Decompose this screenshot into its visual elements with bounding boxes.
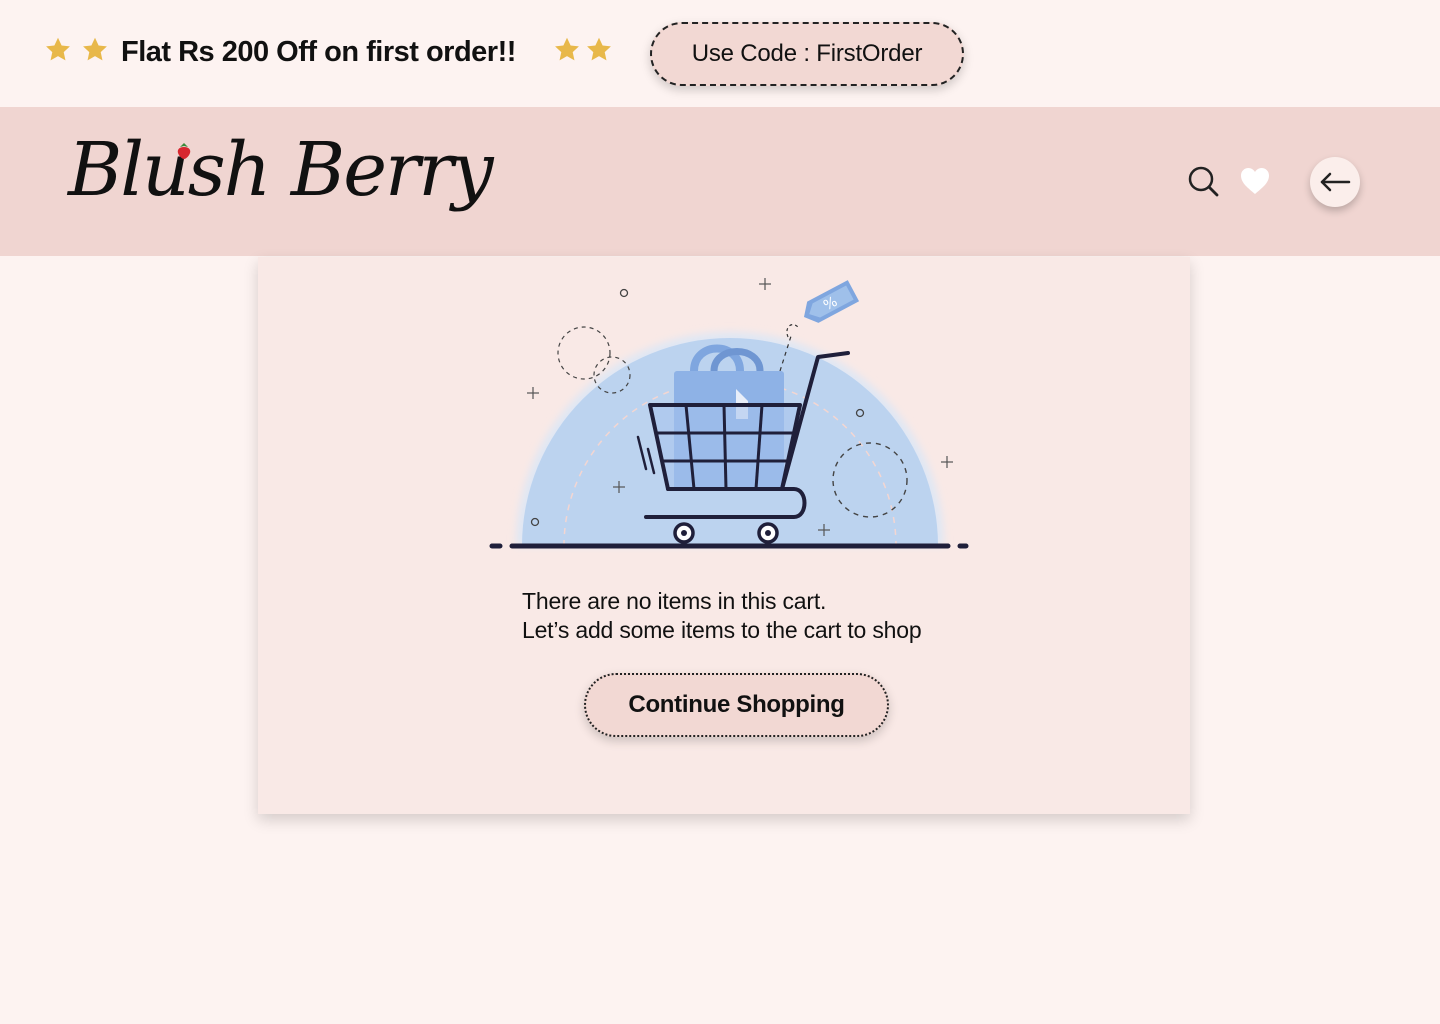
empty-cart-card: % There are no items in this cart. Let’s…	[258, 257, 1190, 814]
empty-cart-line1: There are no items in this cart.	[522, 588, 827, 614]
brand-logo[interactable]: Blush Berry	[68, 127, 494, 213]
site-header: Blush Berry	[0, 107, 1440, 256]
empty-cart-illustration: %	[489, 278, 969, 549]
back-button[interactable]	[1310, 157, 1360, 207]
arrow-left-icon	[1320, 172, 1351, 192]
promo-code-button[interactable]: Use Code : FirstOrder	[650, 22, 964, 86]
star-icon	[46, 37, 70, 61]
continue-shopping-button[interactable]: Continue Shopping	[584, 673, 889, 737]
star-icon	[587, 37, 611, 61]
star-icon	[83, 37, 107, 61]
promo-text: Flat Rs 200 Off on first order!!	[121, 36, 516, 68]
star-icon	[555, 37, 579, 61]
heart-icon[interactable]	[1238, 165, 1272, 197]
empty-cart-line2: Let’s add some items to the cart to shop	[522, 617, 922, 643]
empty-cart-message: There are no items in this cart. Let’s a…	[522, 587, 922, 645]
promo-bar: Flat Rs 200 Off on first order!! Use Cod…	[0, 0, 1440, 107]
strawberry-icon	[177, 143, 191, 159]
search-icon[interactable]	[1187, 165, 1219, 197]
